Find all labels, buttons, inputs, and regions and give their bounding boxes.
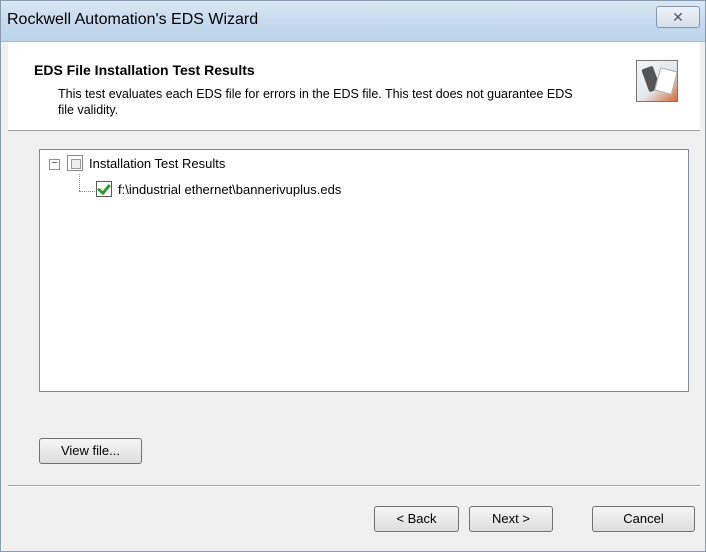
title-bar[interactable]: Rockwell Automation's EDS Wizard ✕ (1, 1, 705, 42)
close-button[interactable]: ✕ (656, 6, 700, 28)
back-button[interactable]: < Back (374, 506, 459, 532)
green-check-icon (96, 181, 112, 197)
tree-connector-line (79, 174, 80, 191)
results-folder-icon (67, 155, 83, 171)
collapse-icon[interactable]: − (49, 159, 60, 170)
eds-wizard-window: Rockwell Automation's EDS Wizard ✕ EDS F… (0, 0, 706, 552)
wizard-client-area: EDS File Installation Test Results This … (8, 42, 700, 550)
close-icon: ✕ (672, 9, 684, 25)
wizard-graphic-icon (636, 60, 678, 102)
tree-root-label: Installation Test Results (89, 156, 226, 171)
view-file-button[interactable]: View file... (39, 438, 142, 464)
tree-connector-line (79, 191, 95, 192)
footer-divider (8, 485, 700, 487)
results-tree[interactable]: − Installation Test Results f:\industria… (39, 149, 689, 392)
page-description: This test evaluates each EDS file for er… (58, 87, 573, 117)
window-title: Rockwell Automation's EDS Wizard (7, 11, 259, 28)
next-button[interactable]: Next > (469, 506, 553, 532)
eds-file-path: f:\industrial ethernet\bannerivuplus.eds (118, 182, 342, 197)
page-title: EDS File Installation Test Results (34, 62, 255, 78)
wizard-header: EDS File Installation Test Results This … (8, 42, 700, 131)
cancel-button[interactable]: Cancel (592, 506, 695, 532)
